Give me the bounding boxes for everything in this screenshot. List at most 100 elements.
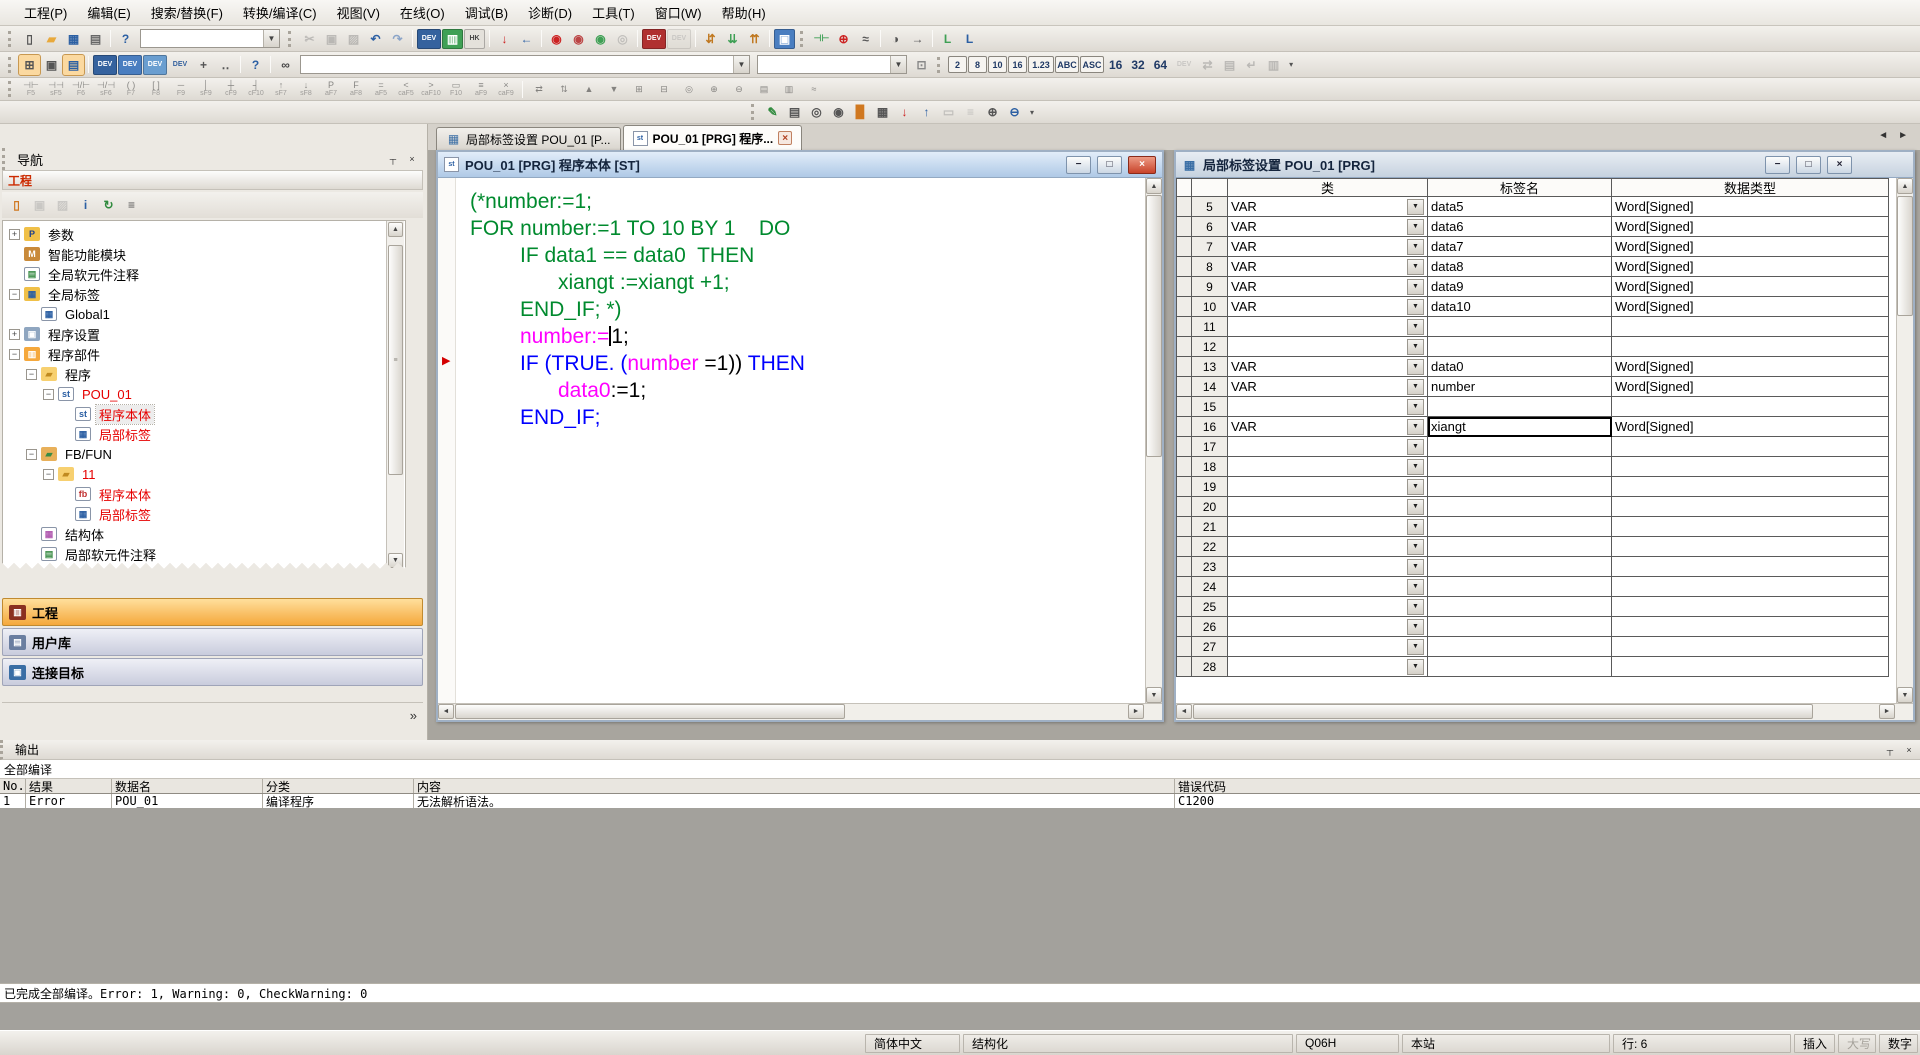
class-cell[interactable]: ▼ <box>1228 437 1428 457</box>
class-dropdown-icon[interactable]: ▼ <box>1407 539 1424 555</box>
name-cell[interactable] <box>1428 657 1612 677</box>
tree-item-fb-11[interactable]: −▰11 <box>3 464 405 484</box>
bit-width-64-button[interactable]: 64 <box>1150 58 1171 72</box>
class-dropdown-icon[interactable]: ▼ <box>1407 199 1424 215</box>
label-monitor-a-icon[interactable]: L <box>937 29 958 49</box>
display-decimal-icon[interactable]: 10 <box>988 56 1007 73</box>
class-dropdown-icon[interactable]: ▼ <box>1407 399 1424 415</box>
name-cell[interactable] <box>1428 497 1612 517</box>
class-dropdown-icon[interactable]: ▼ <box>1407 559 1424 575</box>
close-window-icon[interactable]: × <box>1128 156 1156 174</box>
row-number-cell[interactable]: 12 <box>1192 337 1228 357</box>
insert-column-icon[interactable]: ⇅ <box>552 79 576 100</box>
row-number-cell[interactable]: 5 <box>1192 197 1228 217</box>
tree-item-pou-01[interactable]: −stPOU_01 <box>3 384 405 404</box>
expand-all-icon[interactable]: ⊞ <box>627 79 651 100</box>
restore-icon[interactable]: □ <box>1796 156 1821 174</box>
row-margin-cell[interactable] <box>1176 497 1192 517</box>
close-icon[interactable]: × <box>1901 743 1917 757</box>
name-cell[interactable]: data5 <box>1428 197 1612 217</box>
scroll-thumb[interactable]: ≡ <box>388 245 403 475</box>
name-cell[interactable] <box>1428 537 1612 557</box>
name-cell[interactable] <box>1428 597 1612 617</box>
scroll-down-icon[interactable]: ▼ <box>1897 687 1913 703</box>
restore-icon[interactable]: □ <box>1097 156 1122 174</box>
watch-start-icon[interactable]: ◉ <box>590 29 611 49</box>
name-cell[interactable] <box>1428 477 1612 497</box>
row-margin-cell[interactable] <box>1176 617 1192 637</box>
toolbar-drag-handle[interactable] <box>8 57 14 73</box>
label-register-icon[interactable]: ▦ <box>872 102 893 122</box>
row-number-cell[interactable]: 17 <box>1192 437 1228 457</box>
row-number-cell[interactable]: 27 <box>1192 637 1228 657</box>
insert-row-icon[interactable]: ⇄ <box>527 79 551 100</box>
type-cell[interactable]: Word[Signed] <box>1612 297 1889 317</box>
tree-expander-icon[interactable]: + <box>9 329 20 340</box>
save-project-icon[interactable]: ▦ <box>63 29 84 49</box>
class-dropdown-icon[interactable]: ▼ <box>1407 419 1424 435</box>
toolbar-drag-handle[interactable] <box>8 81 14 97</box>
horizontal-line-icon[interactable]: ─F9 <box>169 79 193 100</box>
close-branch-icon[interactable]: ⊣/⊣sF6 <box>94 79 118 100</box>
row-number-cell[interactable]: 11 <box>1192 317 1228 337</box>
pulse-test-icon[interactable]: ≈ <box>855 29 876 49</box>
tree-expander-icon[interactable]: − <box>9 349 20 360</box>
name-cell[interactable]: number <box>1428 377 1612 397</box>
display-hex-icon[interactable]: 16 <box>1008 56 1027 73</box>
class-cell[interactable]: ▼ <box>1228 537 1428 557</box>
row-number-cell[interactable]: 25 <box>1192 597 1228 617</box>
scroll-thumb[interactable] <box>455 704 845 719</box>
help-icon[interactable]: ? <box>115 29 136 49</box>
row-margin-cell[interactable] <box>1176 317 1192 337</box>
delete-edge-icon[interactable]: ×caF9 <box>494 79 518 100</box>
row-margin-cell[interactable] <box>1176 377 1192 397</box>
menu-window[interactable]: 窗口(W) <box>645 0 712 26</box>
class-cell[interactable]: VAR▼ <box>1228 257 1428 277</box>
delete-vertical-icon[interactable]: ┤cF10 <box>244 79 268 100</box>
menu-view[interactable]: 视图(V) <box>327 0 390 26</box>
class-dropdown-icon[interactable]: ▼ <box>1407 439 1424 455</box>
copy-data-icon[interactable]: ▣ <box>29 195 50 215</box>
find-binoculars-icon[interactable]: ∞ <box>275 55 296 75</box>
tree-item-pou[interactable]: −▥程序部件 <box>3 344 405 364</box>
close-window-icon[interactable]: × <box>1827 156 1852 174</box>
type-cell[interactable] <box>1612 537 1889 557</box>
tree-item-pou-01-program-body[interactable]: st程序本体 <box>3 404 405 424</box>
class-cell[interactable]: VAR▼ <box>1228 377 1428 397</box>
close-icon[interactable]: × <box>404 152 420 166</box>
type-cell[interactable]: Word[Signed] <box>1612 217 1889 237</box>
monitor-start-icon[interactable]: ◉ <box>546 29 567 49</box>
st-code-area[interactable]: (*number:=1;FOR number:=1 TO 10 BY 1 DOI… <box>456 178 1145 703</box>
display-octal-icon[interactable]: 8 <box>968 56 987 73</box>
class-cell[interactable]: ▼ <box>1228 637 1428 657</box>
tree-item-global-label[interactable]: −▦全局标签 <box>3 284 405 304</box>
type-cell[interactable] <box>1612 437 1889 457</box>
outline-box-icon[interactable]: ▭ <box>938 102 959 122</box>
type-cell[interactable] <box>1612 617 1889 637</box>
zoom-source-find-icon[interactable]: ◎ <box>806 102 827 122</box>
type-cell[interactable] <box>1612 397 1889 417</box>
row-number-cell[interactable]: 13 <box>1192 357 1228 377</box>
device-display-3-icon[interactable]: DEV <box>143 55 167 75</box>
class-dropdown-icon[interactable]: ▼ <box>1407 219 1424 235</box>
tree-item-program[interactable]: −▰程序 <box>3 364 405 384</box>
toolbar-drag-handle[interactable] <box>800 31 806 47</box>
name-cell[interactable] <box>1428 557 1612 577</box>
row-number-cell[interactable]: 26 <box>1192 617 1228 637</box>
row-margin-cell[interactable] <box>1176 477 1192 497</box>
falling-pulse-branch-icon[interactable]: FaF8 <box>344 79 368 100</box>
display-binary-icon[interactable]: 2 <box>948 56 967 73</box>
device-display-1-icon[interactable]: DEV <box>93 55 117 75</box>
menu-debug[interactable]: 调试(B) <box>455 0 518 26</box>
class-cell[interactable]: VAR▼ <box>1228 277 1428 297</box>
tree-item-parameter[interactable]: +P参数 <box>3 224 405 244</box>
minimize-icon[interactable]: − <box>1066 156 1091 174</box>
name-cell[interactable] <box>1428 517 1612 537</box>
zoom-out-ladder-icon[interactable]: ⊖ <box>727 79 751 100</box>
menu-edit[interactable]: 编辑(E) <box>77 0 140 26</box>
type-cell[interactable]: Word[Signed] <box>1612 417 1889 437</box>
open-branch-icon[interactable]: ⊣⊣sF5 <box>44 79 68 100</box>
toolbar-drag-handle[interactable] <box>288 31 294 47</box>
device-test-coil-icon[interactable]: ⊕ <box>833 29 854 49</box>
comment-display-icon[interactable]: ▤ <box>1219 55 1240 75</box>
